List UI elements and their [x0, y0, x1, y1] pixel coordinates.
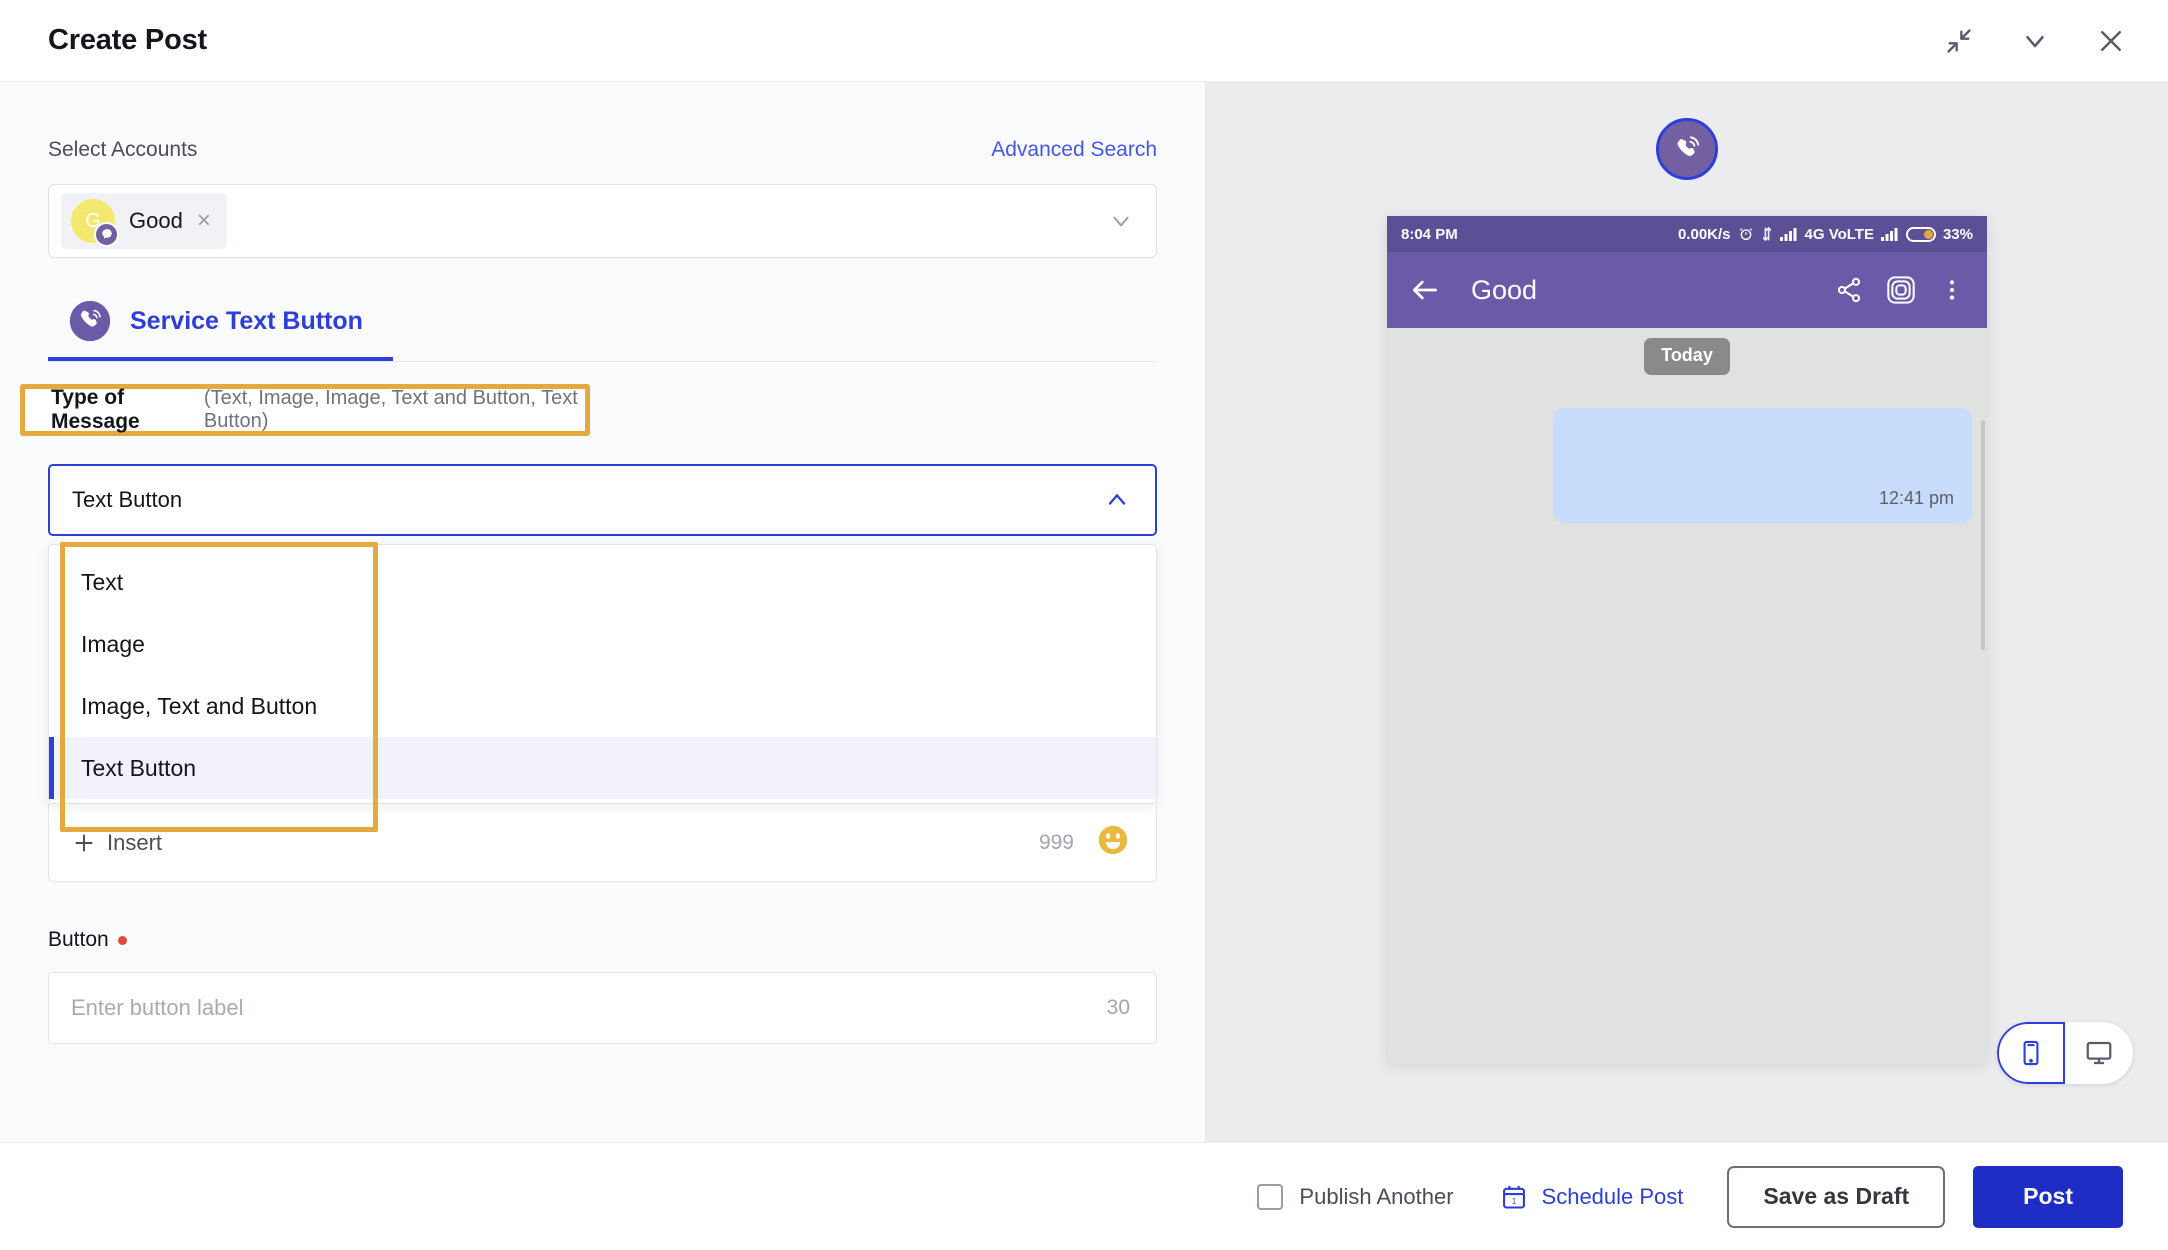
schedule-post-label: Schedule Post — [1541, 1183, 1684, 1209]
status-battery-level: 33% — [1942, 225, 1973, 243]
button-field-label-row: Button — [48, 928, 1157, 952]
avatar: G — [71, 199, 119, 247]
select-accounts-label: Select Accounts — [48, 138, 198, 161]
post-button[interactable]: Post — [1973, 1165, 2123, 1228]
viber-badge-icon — [94, 222, 119, 247]
type-of-message-value: Text Button — [72, 487, 183, 512]
compose-panel: Select Accounts Advanced Search G Good × — [0, 82, 1205, 1142]
svg-text:1: 1 — [1511, 1197, 1516, 1206]
select-accounts-input[interactable]: G Good × — [48, 184, 1157, 258]
dropdown-option-image-text-and-button[interactable]: Image, Text and Button — [49, 675, 1156, 737]
type-of-message-highlight: Type of Message (Text, Image, Image, Tex… — [20, 384, 590, 436]
battery-icon — [1905, 226, 1936, 242]
button-label-input[interactable] — [71, 995, 1107, 1021]
dialog-body: Select Accounts Advanced Search G Good × — [0, 82, 2168, 1142]
button-field-section: Button 30 — [48, 928, 1157, 1044]
save-as-draft-button[interactable]: Save as Draft — [1727, 1165, 1946, 1228]
tab-label: Service Text Button — [130, 306, 363, 335]
publish-another-label: Publish Another — [1299, 1183, 1454, 1209]
more-options-icon[interactable] — [1939, 277, 1965, 303]
type-of-message-label-area: Type of Message (Text, Image, Image, Tex… — [20, 384, 1157, 448]
tab-service-text-button[interactable]: Service Text Button — [48, 299, 393, 361]
chat-message-bubble: 12:41 pm — [1553, 408, 1972, 523]
type-of-message-label: Type of Message — [51, 386, 140, 433]
publish-another-checkbox[interactable]: Publish Another — [1257, 1183, 1454, 1210]
create-post-dialog: Create Post Select Accounts Advanced Sea… — [0, 0, 2168, 1250]
select-accounts-header: Select Accounts Advanced Search — [48, 138, 1157, 162]
device-preview-toggle — [1997, 1022, 2133, 1084]
phone-chat-area: Today 12:41 pm — [1387, 328, 1987, 1064]
button-field-label: Button — [48, 928, 109, 951]
chat-day-divider: Today — [1644, 338, 1730, 375]
plus-icon — [75, 833, 93, 852]
phone-app-bar: Good — [1387, 252, 1987, 328]
signal-bars-secondary-icon — [1880, 227, 1899, 241]
dropdown-options-list: Text Image Image, Text and Button Text B… — [48, 544, 1157, 804]
insert-label: Insert — [107, 829, 163, 855]
calendar-icon: 1 — [1502, 1185, 1525, 1209]
chevron-down-icon[interactable] — [1108, 208, 1134, 234]
viber-icon — [69, 300, 111, 342]
signal-bars-icon — [1779, 227, 1798, 241]
desktop-icon — [2086, 1041, 2112, 1065]
account-chip-good[interactable]: G Good × — [61, 193, 227, 249]
status-network-type: 4G VoLTE — [1804, 225, 1874, 243]
dropdown-option-text[interactable]: Text — [49, 551, 1156, 613]
dialog-footer: Publish Another 1 Schedule Post Save as … — [0, 1142, 2168, 1250]
chevron-down-icon[interactable] — [2018, 24, 2052, 58]
sync-arrows-icon — [1761, 226, 1773, 242]
dialog-titlebar: Create Post — [0, 0, 2168, 82]
chat-scrollbar[interactable] — [1981, 420, 1985, 650]
remove-account-icon[interactable]: × — [197, 209, 211, 233]
required-indicator — [117, 935, 127, 945]
dropdown-option-image[interactable]: Image — [49, 613, 1156, 675]
page-title: Create Post — [48, 24, 207, 56]
chat-message-time: 12:41 pm — [1878, 488, 1954, 508]
close-icon[interactable] — [2094, 24, 2128, 58]
titlebar-actions — [1942, 24, 2128, 58]
phone-status-bar: 8:04 PM 0.00K/s 4G VoLTE 33% — [1387, 216, 1987, 252]
type-of-message-hint: (Text, Image, Image, Text and Button, Te… — [203, 387, 578, 432]
button-label-counter: 30 — [1106, 996, 1130, 1019]
type-of-message-select[interactable]: Text Button — [48, 464, 1157, 536]
alarm-clock-icon — [1738, 226, 1754, 242]
viber-target-icon[interactable] — [1885, 274, 1917, 306]
mobile-preview-button[interactable] — [1997, 1022, 2065, 1084]
checkbox-box[interactable] — [1257, 1183, 1284, 1210]
insert-toolbar: Insert 999 — [48, 804, 1157, 882]
dropdown-option-text-button[interactable]: Text Button — [49, 737, 1156, 799]
type-of-message-dropdown: Text Image Image, Text and Button Text B… — [48, 542, 1157, 882]
chevron-up-icon[interactable] — [1103, 486, 1131, 514]
character-counter: 999 — [1038, 830, 1074, 854]
phone-chat-title: Good — [1471, 274, 1538, 305]
schedule-post-button[interactable]: 1 Schedule Post — [1500, 1183, 1684, 1211]
status-time: 8:04 PM — [1401, 225, 1458, 243]
back-arrow-icon[interactable] — [1409, 274, 1441, 306]
preview-panel: 8:04 PM 0.00K/s 4G VoLTE 33% Good Today … — [1205, 82, 2168, 1142]
status-network-speed: 0.00K/s — [1677, 225, 1731, 243]
button-label-input-wrapper[interactable]: 30 — [48, 972, 1157, 1044]
phone-preview: 8:04 PM 0.00K/s 4G VoLTE 33% Good Today … — [1387, 216, 1987, 1064]
share-icon[interactable] — [1835, 276, 1863, 304]
channel-tabs: Service Text Button — [48, 300, 1157, 362]
viber-icon — [1656, 118, 1718, 180]
account-chip-label: Good — [129, 208, 183, 233]
desktop-preview-button[interactable] — [2065, 1022, 2133, 1084]
insert-button[interactable]: Insert — [71, 830, 162, 856]
mobile-icon — [2023, 1040, 2039, 1066]
collapse-icon[interactable] — [1942, 24, 1976, 58]
emoji-picker-icon[interactable] — [1096, 823, 1130, 862]
advanced-search-link[interactable]: Advanced Search — [991, 138, 1157, 162]
